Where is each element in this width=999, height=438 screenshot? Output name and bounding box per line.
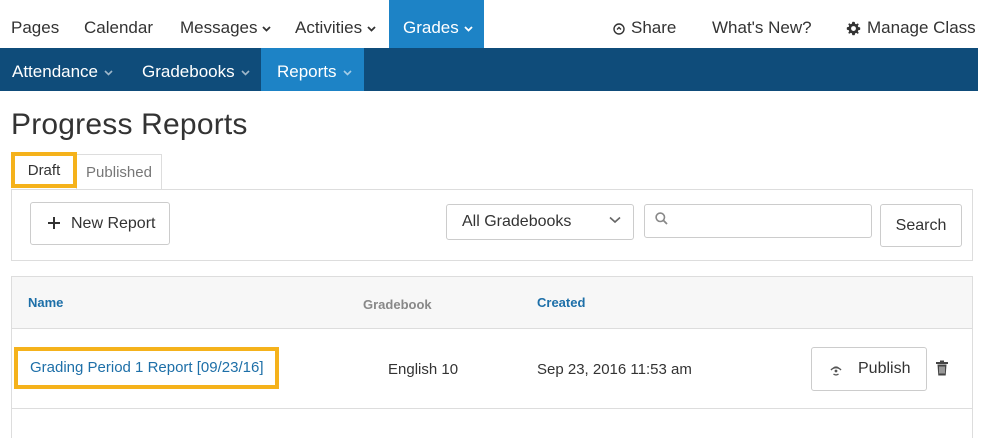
search-button-label: Search bbox=[895, 217, 947, 234]
subnav-reports[interactable]: Reports bbox=[261, 48, 364, 91]
chevron-down-icon bbox=[464, 25, 473, 32]
share-link[interactable]: Share bbox=[613, 0, 676, 48]
tab-published-label: Published bbox=[86, 164, 152, 181]
column-header-name[interactable]: Name bbox=[28, 295, 63, 310]
share-label: Share bbox=[631, 18, 677, 37]
nav-grades[interactable]: Grades bbox=[389, 0, 484, 48]
share-icon bbox=[613, 22, 625, 35]
table-row-partial bbox=[12, 410, 972, 438]
report-created-date: Sep 23, 2016 11:53 am bbox=[537, 361, 692, 378]
chevron-down-icon bbox=[104, 69, 113, 76]
nav-grades-label: Grades bbox=[403, 18, 459, 37]
publish-label: Publish bbox=[858, 360, 911, 377]
manage-class-label: Manage Class bbox=[867, 18, 976, 37]
gear-icon bbox=[846, 21, 861, 36]
subnav-gradebooks[interactable]: Gradebooks bbox=[142, 48, 250, 91]
chevron-down-icon bbox=[342, 69, 352, 76]
sub-nav: Attendance Gradebooks Reports bbox=[0, 48, 978, 91]
chevron-down-icon bbox=[241, 69, 250, 76]
nav-calendar[interactable]: Calendar bbox=[84, 0, 153, 48]
publish-button[interactable]: Publish bbox=[811, 347, 927, 391]
column-header-created[interactable]: Created bbox=[537, 295, 585, 310]
nav-messages[interactable]: Messages bbox=[180, 0, 272, 48]
nav-pages[interactable]: Pages bbox=[11, 0, 59, 48]
subnav-attendance[interactable]: Attendance bbox=[12, 48, 113, 91]
chevron-down-icon bbox=[367, 25, 376, 32]
table-row: Grading Period 1 Report [09/23/16] Engli… bbox=[12, 329, 972, 409]
search-icon bbox=[655, 212, 668, 225]
nav-calendar-label: Calendar bbox=[84, 18, 153, 37]
chevron-down-icon bbox=[609, 216, 621, 224]
nav-activities-label: Activities bbox=[295, 18, 363, 37]
reports-table: Name Gradebook Created Grading Period 1 … bbox=[11, 276, 973, 438]
trash-icon[interactable] bbox=[935, 360, 949, 376]
whats-new-label: What's New? bbox=[712, 18, 812, 37]
subnav-attendance-label: Attendance bbox=[12, 62, 99, 81]
new-report-button[interactable]: New Report bbox=[30, 202, 170, 245]
table-header: Name Gradebook Created bbox=[12, 277, 972, 329]
plus-icon bbox=[48, 217, 60, 229]
nav-pages-label: Pages bbox=[11, 18, 60, 37]
chevron-down-icon bbox=[262, 25, 272, 32]
subnav-gradebooks-label: Gradebooks bbox=[142, 62, 235, 81]
tab-draft[interactable]: Draft bbox=[11, 152, 77, 188]
nav-messages-label: Messages bbox=[180, 18, 258, 37]
top-nav: Pages Calendar Messages Activities Grade… bbox=[0, 0, 978, 48]
subnav-reports-label: Reports bbox=[277, 62, 337, 81]
whats-new-link[interactable]: What's New? bbox=[712, 0, 812, 48]
report-toolbar: New Report All Gradebooks Search bbox=[11, 189, 973, 261]
tab-published[interactable]: Published bbox=[76, 154, 162, 190]
report-name-link[interactable]: Grading Period 1 Report [09/23/16] bbox=[14, 347, 279, 389]
broadcast-icon bbox=[830, 366, 842, 376]
manage-class-link[interactable]: Manage Class bbox=[846, 0, 976, 48]
report-gradebook: English 10 bbox=[388, 361, 459, 378]
new-report-label: New Report bbox=[71, 215, 156, 232]
nav-activities[interactable]: Activities bbox=[295, 0, 376, 48]
tab-draft-label: Draft bbox=[27, 162, 61, 179]
page-title: Progress Reports bbox=[11, 108, 248, 141]
gradebook-select-value: All Gradebooks bbox=[462, 213, 572, 230]
column-header-gradebook: Gradebook bbox=[363, 297, 432, 312]
gradebook-select[interactable]: All Gradebooks bbox=[446, 204, 634, 240]
search-input[interactable] bbox=[644, 204, 872, 238]
search-button[interactable]: Search bbox=[880, 204, 962, 247]
